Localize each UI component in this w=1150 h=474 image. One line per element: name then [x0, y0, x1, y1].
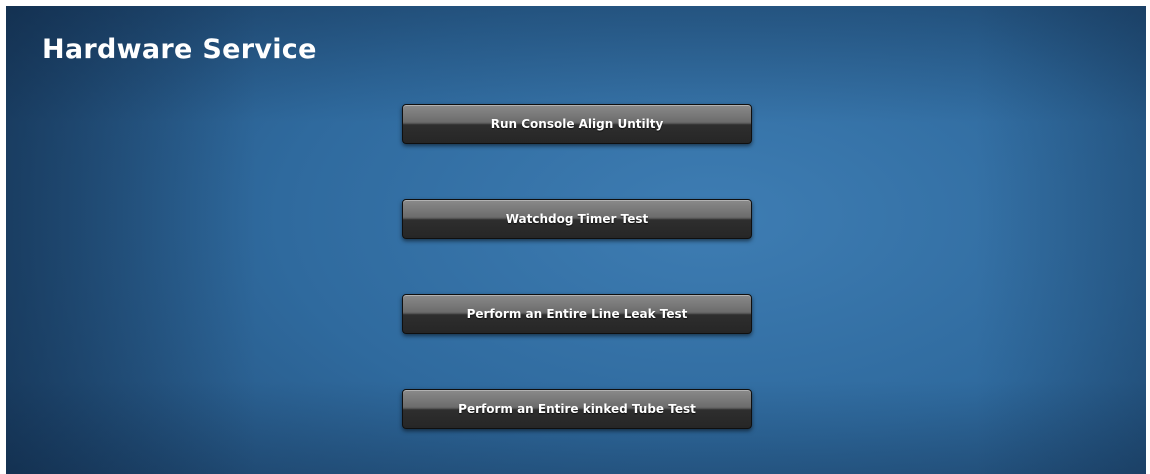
button-label: Perform an Entire Line Leak Test: [466, 307, 688, 321]
line-leak-test-button[interactable]: Perform an Entire Line Leak Test: [402, 294, 752, 334]
button-label: Perform an Entire kinked Tube Test: [458, 402, 696, 416]
button-label: Run Console Align Untilty: [490, 117, 664, 131]
hardware-service-screen: Hardware Service Run Console Align Until…: [6, 6, 1146, 474]
button-label: Watchdog Timer Test: [505, 212, 649, 226]
run-console-align-utility-button[interactable]: Run Console Align Untilty: [402, 104, 752, 144]
watchdog-timer-test-button[interactable]: Watchdog Timer Test: [402, 199, 752, 239]
kinked-tube-test-button[interactable]: Perform an Entire kinked Tube Test: [402, 389, 752, 429]
page-title: Hardware Service: [42, 34, 317, 65]
